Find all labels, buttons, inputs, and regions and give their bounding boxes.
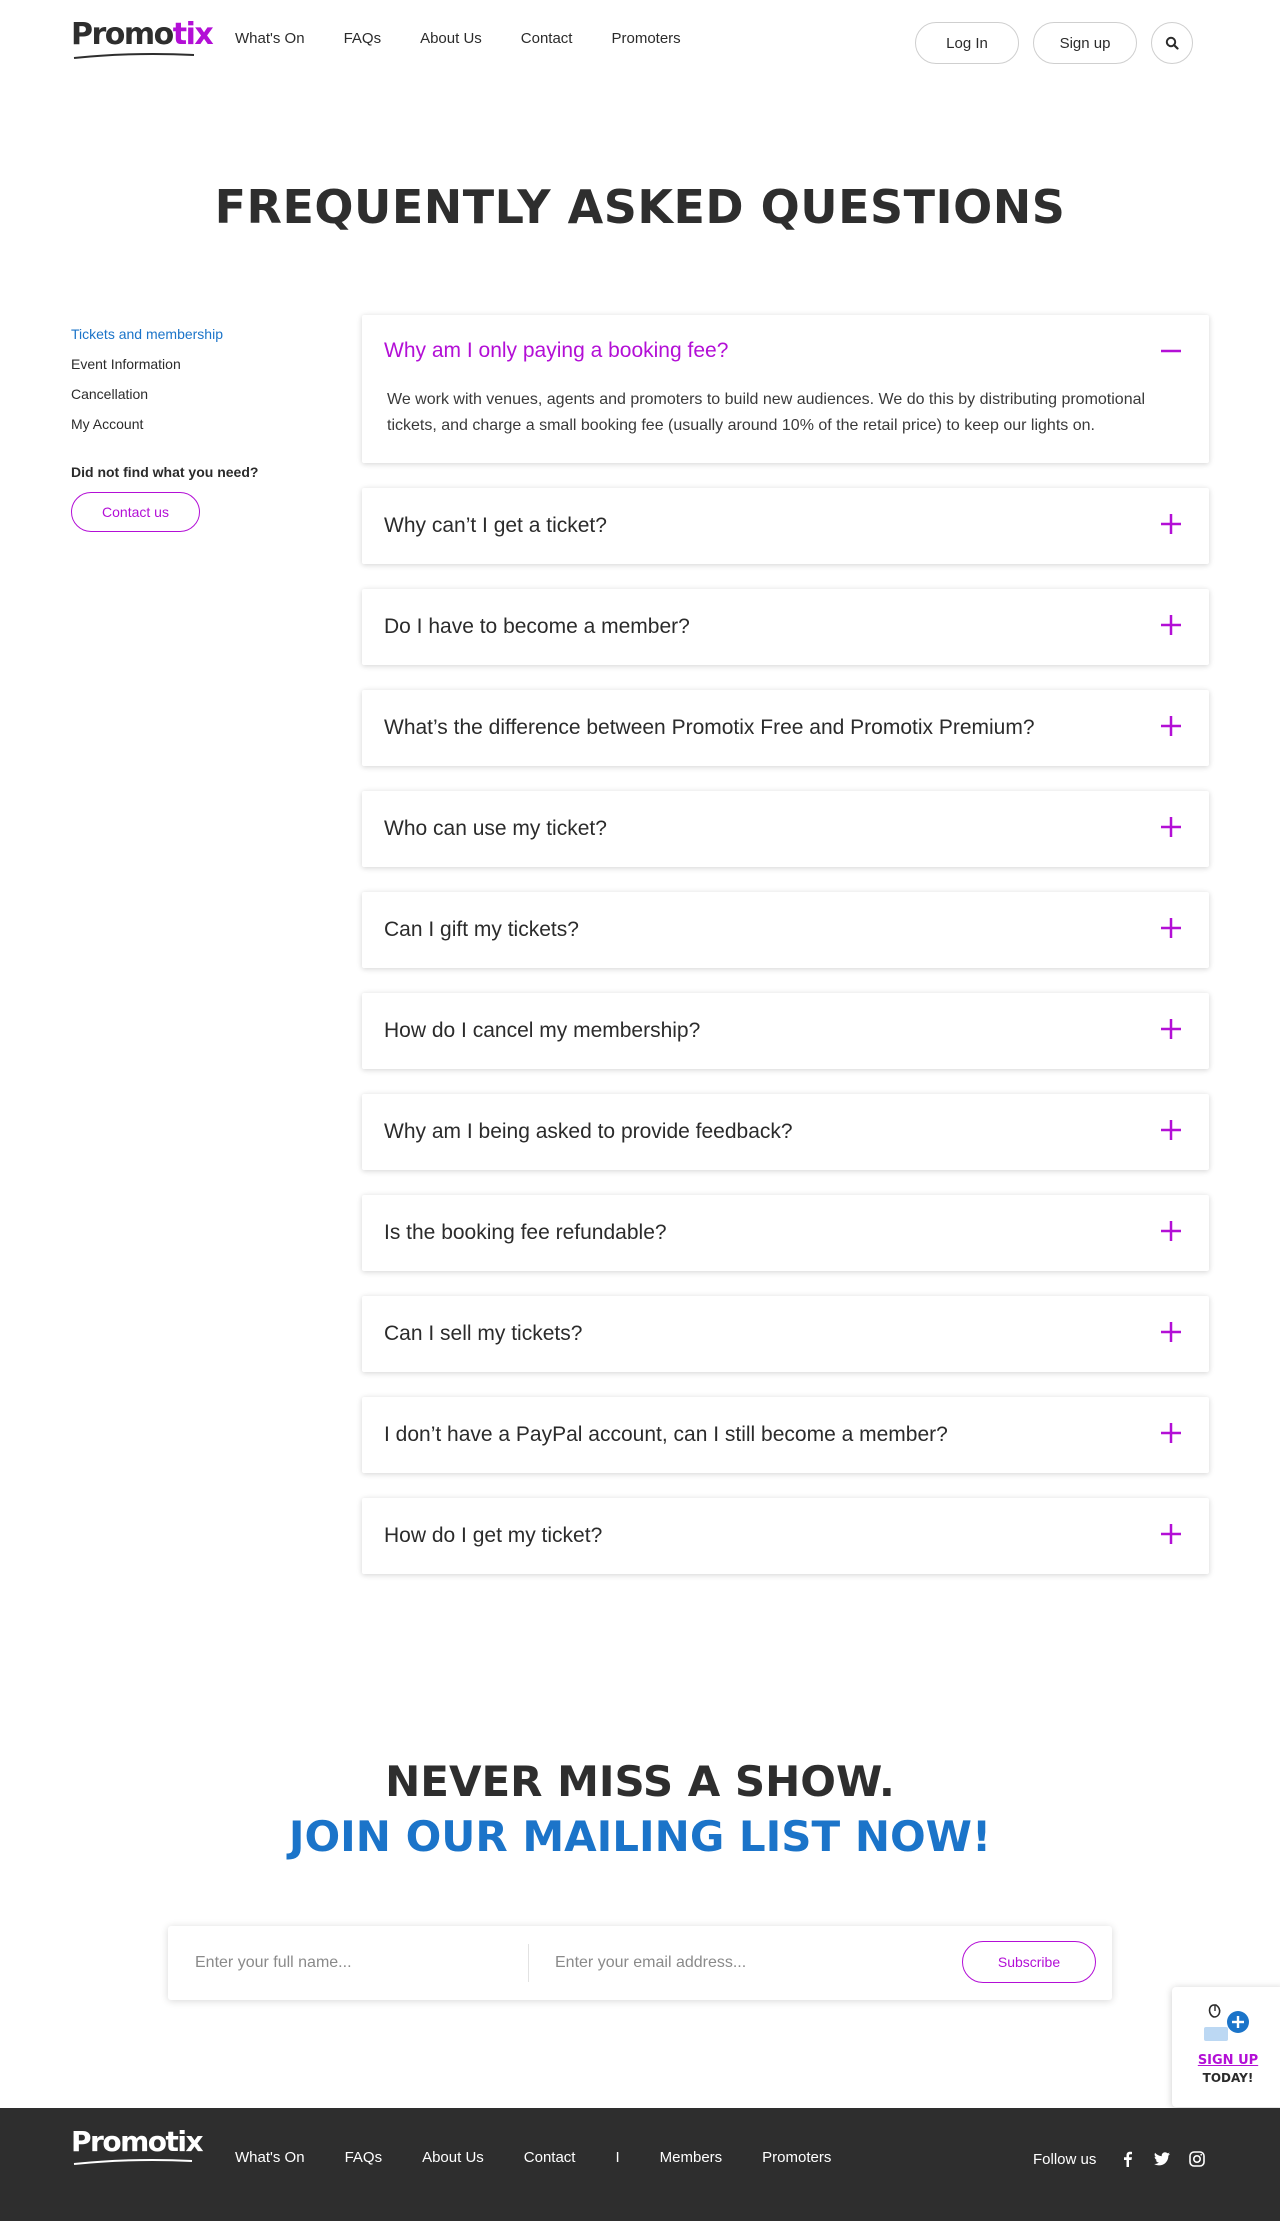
faq-item[interactable]: Can I sell my tickets? <box>362 1296 1209 1372</box>
site-footer: Promotix What's On FAQs About Us Contact… <box>0 2108 1280 2221</box>
faq-list: Why am I only paying a booking fee? We w… <box>362 315 1209 1599</box>
faq-item[interactable]: How do I cancel my membership? <box>362 993 1209 1069</box>
footer-nav: What's On FAQs About Us Contact I Member… <box>235 2149 831 2166</box>
logo-text-part2: tix <box>172 17 214 52</box>
signup-widget-line2: TODAY! <box>1202 2071 1254 2085</box>
faq-item[interactable]: Why can’t I get a ticket? <box>362 488 1209 564</box>
subscribe-form: Subscribe <box>168 1926 1112 2000</box>
faq-item[interactable]: Can I gift my tickets? <box>362 892 1209 968</box>
sidebar-item-tickets-membership[interactable]: Tickets and membership <box>71 324 311 354</box>
plus-icon[interactable] <box>1159 613 1183 637</box>
faq-question[interactable]: Can I sell my tickets? <box>362 1296 1209 1372</box>
nav-faqs[interactable]: FAQs <box>344 30 382 47</box>
faq-question[interactable]: Who can use my ticket? <box>362 791 1209 867</box>
faq-question[interactable]: How do I get my ticket? <box>362 1498 1209 1574</box>
plus-icon[interactable] <box>1159 916 1183 940</box>
full-name-input[interactable] <box>195 1944 515 1982</box>
faq-question[interactable]: I don’t have a PayPal account, can I sti… <box>362 1397 1209 1473</box>
faq-item[interactable]: How do I get my ticket? <box>362 1498 1209 1574</box>
sidebar-item-cancellation[interactable]: Cancellation <box>71 384 311 414</box>
follow-us-label: Follow us <box>1033 2151 1097 2168</box>
footer-nav-faqs[interactable]: FAQs <box>345 2149 383 2166</box>
email-input[interactable] <box>555 1944 945 1982</box>
plus-icon[interactable] <box>1159 815 1183 839</box>
search-button[interactable] <box>1151 22 1193 64</box>
mailing-subheadline: JOIN OUR MAILING LIST NOW! <box>288 1812 992 1861</box>
input-divider <box>528 1944 529 1982</box>
plus-icon[interactable] <box>1159 714 1183 738</box>
plus-icon[interactable] <box>1159 1017 1183 1041</box>
signup-mouse-icon <box>1204 2004 1249 2041</box>
footer-nav-i[interactable]: I <box>615 2149 619 2166</box>
plus-icon[interactable] <box>1159 1320 1183 1344</box>
footer-nav-whats-on[interactable]: What's On <box>235 2149 305 2166</box>
footer-logo[interactable]: Promotix <box>71 2128 204 2156</box>
faq-item[interactable]: Who can use my ticket? <box>362 791 1209 867</box>
plus-icon[interactable] <box>1159 512 1183 536</box>
faq-question[interactable]: How do I cancel my membership? <box>362 993 1209 1069</box>
logo-swoosh-icon <box>73 53 195 59</box>
nav-contact[interactable]: Contact <box>521 30 573 47</box>
login-button[interactable]: Log In <box>915 22 1019 64</box>
faq-sidebar: Tickets and membership Event Information… <box>71 324 311 532</box>
sidebar-help-text: Did not find what you need? <box>71 464 259 480</box>
subscribe-button[interactable]: Subscribe <box>962 1941 1096 1983</box>
faq-question[interactable]: Can I gift my tickets? <box>362 892 1209 968</box>
faq-item[interactable]: Do I have to become a member? <box>362 589 1209 665</box>
plus-icon[interactable] <box>1159 1118 1183 1142</box>
site-header: Promotix What's On FAQs About Us Contact… <box>0 0 1280 82</box>
nav-promoters[interactable]: Promoters <box>611 30 680 47</box>
faq-question[interactable]: Why am I being asked to provide feedback… <box>362 1094 1209 1170</box>
footer-nav-members[interactable]: Members <box>660 2149 723 2166</box>
faq-item[interactable]: What’s the difference between Promotix F… <box>362 690 1209 766</box>
sidebar-item-my-account[interactable]: My Account <box>71 414 311 444</box>
footer-nav-contact[interactable]: Contact <box>524 2149 576 2166</box>
plus-icon[interactable] <box>1159 1219 1183 1243</box>
main-nav: What's On FAQs About Us Contact Promoter… <box>235 30 681 47</box>
faq-item[interactable]: Why am I being asked to provide feedback… <box>362 1094 1209 1170</box>
instagram-icon[interactable] <box>1188 2150 1206 2168</box>
faq-question[interactable]: What’s the difference between Promotix F… <box>362 690 1209 766</box>
nav-about-us[interactable]: About Us <box>420 30 482 47</box>
promotix-logo[interactable]: Promotix <box>71 17 214 52</box>
twitter-icon[interactable] <box>1153 2150 1171 2168</box>
signup-widget-line1: SIGN UP <box>1197 2053 1259 2068</box>
plus-icon[interactable] <box>1159 1421 1183 1445</box>
faq-item[interactable]: Why am I only paying a booking fee? We w… <box>362 315 1209 463</box>
plus-icon[interactable] <box>1159 1522 1183 1546</box>
minus-icon[interactable] <box>1159 339 1183 363</box>
faq-question[interactable]: Is the booking fee refundable? <box>362 1195 1209 1271</box>
faq-answer: We work with venues, agents and promoter… <box>387 391 1146 434</box>
search-icon <box>1165 36 1179 50</box>
mailing-headline: NEVER MISS A SHOW. <box>385 1757 895 1806</box>
facebook-icon[interactable] <box>1119 2150 1137 2168</box>
faq-question[interactable]: Do I have to become a member? <box>362 589 1209 665</box>
faq-question[interactable]: Why can’t I get a ticket? <box>362 488 1209 564</box>
nav-whats-on[interactable]: What's On <box>235 30 305 47</box>
signup-button[interactable]: Sign up <box>1033 22 1137 64</box>
signup-widget[interactable]: SIGN UP TODAY! <box>1172 1987 1280 2107</box>
contact-us-button[interactable]: Contact us <box>71 492 200 532</box>
sidebar-item-event-information[interactable]: Event Information <box>71 354 311 384</box>
footer-nav-about-us[interactable]: About Us <box>422 2149 484 2166</box>
footer-nav-promoters[interactable]: Promoters <box>762 2149 831 2166</box>
faq-question[interactable]: Why am I only paying a booking fee? <box>362 315 1209 387</box>
page-title: FREQUENTLY ASKED QUESTIONS <box>214 180 1066 234</box>
faq-item[interactable]: I don’t have a PayPal account, can I sti… <box>362 1397 1209 1473</box>
footer-logo-swoosh-icon <box>73 2159 193 2165</box>
faq-item[interactable]: Is the booking fee refundable? <box>362 1195 1209 1271</box>
logo-text-part1: Promo <box>71 17 174 52</box>
